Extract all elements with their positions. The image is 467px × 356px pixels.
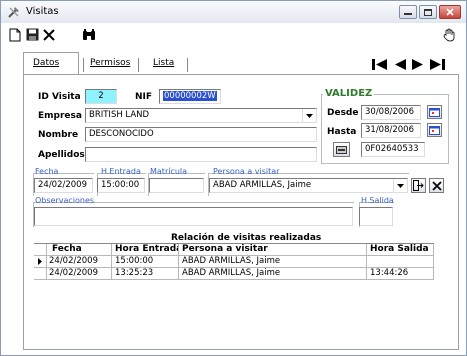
save-icon <box>26 28 38 41</box>
cell-hora-entrada: 15:00:00 <box>112 256 179 267</box>
chevron-down-icon[interactable] <box>302 109 316 122</box>
apellidos-field[interactable] <box>85 147 317 162</box>
tab-permisos[interactable]: Permisos <box>90 56 130 73</box>
calendar-icon <box>429 125 440 135</box>
validez-title: VALIDEZ <box>323 88 375 99</box>
desde-calendar-button[interactable] <box>427 105 442 119</box>
chevron-down-icon[interactable] <box>393 179 407 192</box>
hasta-label: Hasta <box>327 127 357 137</box>
minimize-button[interactable] <box>399 5 417 19</box>
calendar-icon <box>429 107 440 117</box>
h-entrada-field[interactable]: 15:00:00 <box>97 178 145 193</box>
tab-divider <box>83 58 84 72</box>
matricula-label: Matrícula <box>150 167 188 176</box>
new-document-icon <box>9 28 21 41</box>
card-number-field[interactable]: 0F02640533 <box>361 142 425 157</box>
previous-record-button[interactable] <box>391 57 408 71</box>
tab-lista[interactable]: Lista <box>153 56 174 73</box>
minimize-icon <box>404 13 412 15</box>
cell-fecha: 24/02/2009 <box>46 256 112 267</box>
cell-persona: ABAD ARMILLAS, Jaime <box>179 256 367 267</box>
h-salida-label: H.Salida <box>361 196 394 205</box>
nombre-field[interactable]: DESCONOCIDO <box>85 127 317 142</box>
h-entrada-label: H.Entrada <box>101 167 141 176</box>
card-reader-icon <box>336 145 347 154</box>
tab-datos[interactable]: Datos <box>33 56 59 73</box>
previous-record-icon <box>394 58 406 70</box>
table-header-row: Fecha Hora Entrada Persona a visitar Hor… <box>34 244 434 256</box>
hasta-calendar-button[interactable] <box>427 123 442 137</box>
persona-label: Persona a visitar <box>213 167 280 176</box>
binoculars-icon <box>83 28 95 40</box>
close-icon <box>446 8 454 16</box>
column-header-hora-salida[interactable]: Hora Salida <box>367 244 434 255</box>
maximize-button[interactable] <box>419 5 437 19</box>
search-button[interactable] <box>81 27 97 42</box>
tools-icon <box>8 7 19 18</box>
delete-button[interactable] <box>41 27 57 42</box>
cell-fecha: 24/02/2009 <box>46 268 112 279</box>
id-visita-label: ID Visita <box>38 92 81 102</box>
column-header-fecha[interactable]: Fecha <box>46 244 112 255</box>
desde-field[interactable]: 30/08/2006 <box>361 105 421 120</box>
persona-value: ABAD ARMILLAS, Jaime <box>213 180 312 190</box>
hand-pointer-icon <box>443 28 454 41</box>
matricula-field[interactable] <box>149 178 204 193</box>
window-title: Visitas <box>26 6 59 17</box>
cell-hora-salida <box>367 256 434 267</box>
cell-persona: ABAD ARMILLAS, Jaime <box>179 268 367 279</box>
observaciones-label: Observaciones <box>35 196 95 205</box>
id-visita-field[interactable]: 2 <box>85 89 117 104</box>
save-button[interactable] <box>24 27 40 42</box>
h-salida-field[interactable] <box>359 207 393 226</box>
nif-value: 00000002W <box>163 91 217 101</box>
column-header-hora-entrada[interactable]: Hora Entrada <box>112 244 179 255</box>
last-record-icon <box>430 58 445 70</box>
card-reader-button[interactable] <box>333 142 350 157</box>
hasta-field[interactable]: 31/08/2006 <box>361 123 421 138</box>
next-record-icon <box>411 58 423 70</box>
fecha-field[interactable]: 24/02/2009 <box>34 178 93 193</box>
close-button[interactable] <box>439 5 461 19</box>
new-button[interactable] <box>7 27 23 42</box>
next-record-button[interactable] <box>409 57 426 71</box>
hand-button[interactable] <box>441 27 457 42</box>
cell-hora-entrada: 13:25:23 <box>112 268 179 279</box>
nombre-label: Nombre <box>38 130 79 140</box>
visitas-window: Visitas Datos Permisos Lista ID Visita 2… <box>0 0 467 356</box>
table-row[interactable]: 24/02/2009 15:00:00 ABAD ARMILLAS, Jaime <box>34 256 434 268</box>
empresa-combobox[interactable]: BRITISH LAND <box>85 108 317 123</box>
last-record-button[interactable] <box>429 57 446 71</box>
persona-combobox[interactable]: ABAD ARMILLAS, Jaime <box>209 178 408 193</box>
apellidos-label: Apellidos <box>38 150 85 160</box>
table-row[interactable]: 24/02/2009 13:25:23 ABAD ARMILLAS, Jaime… <box>34 268 434 280</box>
cancel-visit-button[interactable] <box>429 178 444 193</box>
title-bar: Visitas <box>1 1 466 23</box>
close-icon <box>431 180 442 191</box>
visits-table: Fecha Hora Entrada Persona a visitar Hor… <box>34 243 434 280</box>
delete-icon <box>43 28 55 41</box>
current-row-arrow-icon <box>38 258 42 265</box>
visits-table-title: Relación de visitas realizadas <box>171 233 322 243</box>
fecha-label: Fecha <box>35 167 59 176</box>
exit-door-icon <box>413 180 424 191</box>
tab-divider <box>187 58 188 72</box>
tab-divider <box>138 58 139 72</box>
desde-label: Desde <box>327 108 359 118</box>
nif-label: NIF <box>135 92 153 102</box>
first-record-button[interactable] <box>371 57 388 71</box>
empresa-value: BRITISH LAND <box>89 110 150 120</box>
column-header-persona[interactable]: Persona a visitar <box>179 244 367 255</box>
maximize-icon <box>424 8 432 16</box>
cell-hora-salida: 13:44:26 <box>367 268 434 279</box>
register-exit-button[interactable] <box>411 178 426 193</box>
empresa-label: Empresa <box>38 111 82 121</box>
nif-field[interactable]: 00000002W <box>159 89 221 104</box>
observaciones-field[interactable] <box>34 207 353 226</box>
first-record-icon <box>372 58 387 70</box>
